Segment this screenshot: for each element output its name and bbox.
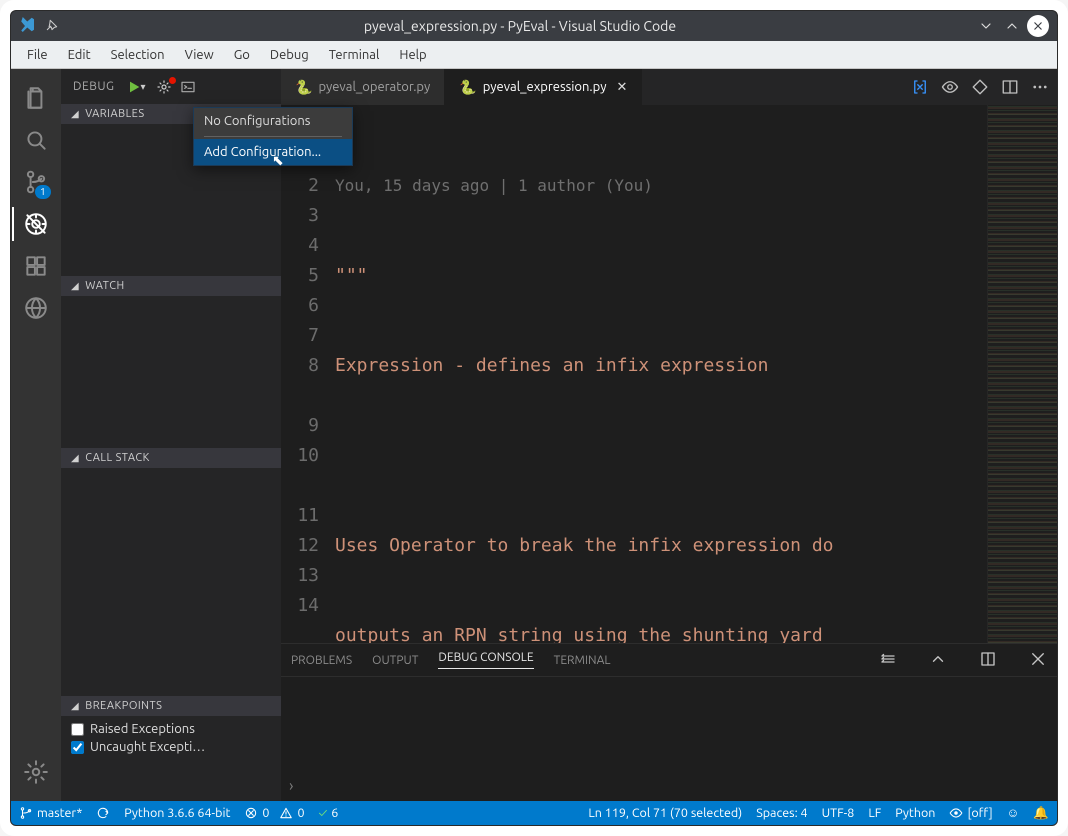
status-eol[interactable]: LF [868, 806, 881, 820]
breakpoint-uncaught[interactable]: Uncaught Excepti… [69, 738, 273, 756]
titlebar: pyeval_expression.py - PyEval - Visual S… [11, 11, 1057, 41]
panel-maximize-icon[interactable] [979, 650, 997, 671]
status-language[interactable]: Python [895, 806, 935, 820]
tab-close-button[interactable]: ✕ [616, 80, 627, 95]
section-watch-body [61, 296, 281, 448]
breakpoint-uncaught-checkbox[interactable] [71, 741, 84, 754]
menu-selection[interactable]: Selection [101, 44, 175, 66]
status-problems[interactable]: 0 0 [244, 806, 304, 820]
editor-actions [911, 69, 1057, 105]
debug-console-toggle-button[interactable] [180, 79, 196, 95]
status-python[interactable]: Python 3.6.6 64-bit [124, 806, 230, 820]
bottom-panel: PROBLEMS OUTPUT DEBUG CONSOLE TERMINAL › [281, 643, 1057, 801]
menu-help[interactable]: Help [389, 44, 436, 66]
python-file-icon: 🐍 [295, 79, 312, 96]
python-file-icon: 🐍 [459, 79, 476, 96]
section-callstack-body [61, 468, 281, 696]
menu-view[interactable]: View [175, 44, 224, 66]
status-branch[interactable]: master* [19, 806, 82, 820]
window-minimize-button[interactable] [975, 15, 997, 37]
menu-terminal[interactable]: Terminal [319, 44, 390, 66]
debug-config-dropdown[interactable]: No Configurations Add Configuration... ⬉ [193, 107, 353, 166]
more-actions-icon[interactable] [1031, 78, 1049, 96]
tab-pyeval-operator[interactable]: 🐍 pyeval_operator.py [281, 69, 445, 105]
code-editor[interactable]: 12345678 910 11121314 You, 15 days ago |… [281, 105, 987, 643]
debug-console-prompt: › [289, 777, 294, 795]
debug-console-body[interactable]: › [281, 676, 1057, 801]
status-live-preview[interactable]: [off] [949, 806, 992, 820]
status-encoding[interactable]: UTF-8 [822, 806, 855, 820]
status-coverage-check[interactable]: ✓6 [319, 806, 339, 820]
code-lines[interactable]: You, 15 days ago | 1 author (You) """ Ex… [329, 105, 987, 643]
menu-debug[interactable]: Debug [260, 44, 319, 66]
panel-collapse-icon[interactable] [929, 650, 947, 671]
menu-file[interactable]: File [17, 44, 58, 66]
menu-go[interactable]: Go [224, 44, 260, 66]
panel-tab-problems[interactable]: PROBLEMS [291, 654, 352, 667]
dd-no-configurations[interactable]: No Configurations [194, 108, 352, 134]
panel-tab-debug-console[interactable]: DEBUG CONSOLE [438, 651, 533, 669]
status-indent[interactable]: Spaces: 4 [756, 806, 807, 820]
debug-config-dropdown-button[interactable]: ▾ [140, 81, 146, 93]
vscode-logo-icon [19, 17, 37, 35]
status-cursor[interactable]: Ln 119, Col 71 (70 selected) [588, 806, 742, 820]
cursor-icon: ⬉ [272, 152, 284, 169]
activity-debug[interactable] [12, 203, 60, 245]
debug-settings-button[interactable] [156, 79, 172, 95]
status-bar: master* Python 3.6.6 64-bit 0 0 ✓6 Ln 11… [11, 801, 1057, 825]
activity-search[interactable] [12, 119, 60, 161]
sidebar-debug: DEBUG ▾ ◢VARIABLES ◢WATCH ◢CALL STACK [61, 69, 281, 801]
section-watch-header[interactable]: ◢WATCH [61, 276, 281, 296]
breakpoint-raised-checkbox[interactable] [71, 723, 84, 736]
dd-separator [204, 136, 342, 137]
activity-live-share[interactable] [12, 287, 60, 329]
split-editor-icon[interactable] [1001, 78, 1019, 96]
scm-badge: 1 [35, 185, 51, 199]
status-sync[interactable] [96, 806, 110, 820]
open-changes-icon[interactable] [971, 78, 989, 96]
line-number-gutter: 12345678 910 11121314 [281, 105, 329, 643]
menubar: File Edit Selection View Go Debug Termin… [11, 41, 1057, 69]
activity-scm[interactable]: 1 [12, 161, 60, 203]
panel-clear-icon[interactable] [879, 650, 897, 671]
window-maximize-button[interactable] [1001, 15, 1023, 37]
vscode-window: pyeval_expression.py - PyEval - Visual S… [10, 10, 1058, 826]
section-breakpoints-header[interactable]: ◢BREAKPOINTS [61, 696, 281, 716]
compare-changes-icon[interactable] [911, 78, 929, 96]
breakpoint-raised[interactable]: Raised Exceptions [69, 720, 273, 738]
window-title: pyeval_expression.py - PyEval - Visual S… [69, 18, 971, 34]
panel-tabs: PROBLEMS OUTPUT DEBUG CONSOLE TERMINAL [281, 644, 1057, 676]
section-breakpoints-body: Raised Exceptions Uncaught Excepti… [61, 716, 281, 760]
activity-bar: 1 [11, 69, 61, 801]
sidebar-title: DEBUG [73, 80, 114, 93]
editor-area: No Configurations Add Configuration... ⬉… [281, 69, 1057, 801]
status-feedback[interactable]: ☺ [1007, 806, 1020, 820]
preview-icon[interactable] [941, 78, 959, 96]
editor-tabs: 🐍 pyeval_operator.py 🐍 pyeval_expression… [281, 69, 1057, 105]
panel-tab-output[interactable]: OUTPUT [372, 654, 418, 667]
status-notifications[interactable]: 🔔 [1033, 806, 1049, 821]
menu-edit[interactable]: Edit [58, 44, 101, 66]
tab-pyeval-expression[interactable]: 🐍 pyeval_expression.py ✕ [445, 69, 642, 105]
panel-tab-terminal[interactable]: TERMINAL [554, 654, 611, 667]
settings-indicator-icon [169, 77, 176, 84]
minimap[interactable] [987, 105, 1057, 643]
activity-extensions[interactable] [12, 245, 60, 287]
panel-close-icon[interactable] [1029, 650, 1047, 671]
pin-icon[interactable] [45, 18, 59, 35]
sidebar-title-row: DEBUG ▾ [61, 69, 281, 104]
activity-explorer[interactable] [12, 77, 60, 119]
window-close-button[interactable] [1027, 15, 1049, 37]
blame-annotation: You, 15 days ago | 1 author (You) [335, 171, 987, 201]
activity-manage[interactable] [12, 751, 60, 793]
section-callstack-header[interactable]: ◢CALL STACK [61, 448, 281, 468]
